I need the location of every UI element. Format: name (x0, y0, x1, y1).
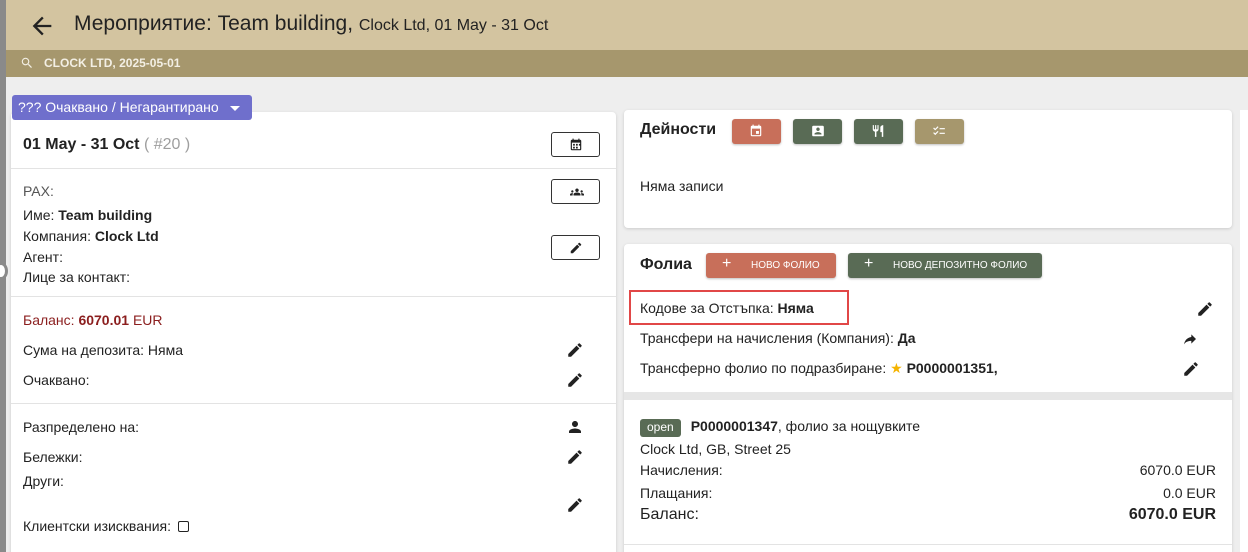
default-folio-value: P0000001351, (906, 360, 998, 376)
contact-label: Лице за контакт: (23, 269, 131, 285)
page-title-main: Мероприятие: Team building, (74, 12, 354, 35)
company-value: Clock Ltd (94, 228, 159, 244)
edit-event-button[interactable] (551, 235, 600, 260)
balance-label: Баланс: (23, 312, 75, 328)
new-folio-label: НОВО ФОЛИО (751, 260, 820, 271)
edit-default-folio-pencil-icon[interactable] (1182, 360, 1200, 378)
back-arrow-icon[interactable] (28, 12, 56, 40)
deposit-label: Сума на депозита: (23, 342, 144, 358)
contact-card-icon (812, 125, 824, 137)
folio-header[interactable]: open P0000001347, фолио за нощувките (640, 418, 920, 437)
requirements-label: Клиентски изисквания: (23, 518, 172, 534)
event-details-card: 01 May - 31 Oct ( #20 ) PAX: Име: Team b… (11, 112, 616, 552)
activities-empty-text: Няма записи (640, 178, 724, 194)
new-folio-button[interactable]: + НОВО ФОЛИО (706, 253, 836, 278)
person-icon[interactable] (566, 418, 584, 436)
name-value: Team building (58, 207, 153, 223)
balance-currency: EUR (132, 312, 163, 328)
assigned-label: Разпределено на: (23, 419, 140, 435)
search-text: CLOCK LTD, 2025-05-01 (44, 56, 181, 70)
status-dropdown[interactable]: ??? Очаквано / Негарантирано (12, 95, 252, 120)
expected-label: Очаквано: (23, 372, 90, 388)
requirements-checkbox[interactable] (177, 521, 189, 532)
charges-label: Начисления: (640, 462, 723, 478)
divider (11, 296, 616, 297)
checklist-icon (933, 126, 945, 136)
transfers-value: Да (897, 330, 916, 346)
requirements-row: Клиентски изисквания: (23, 518, 189, 534)
activities-card: Дейности Няма записи (624, 110, 1232, 228)
edit-deposit-pencil-icon[interactable] (566, 341, 584, 359)
new-deposit-folio-label: НОВО ДЕПОЗИТНО ФОЛИО (893, 260, 1028, 271)
event-number: ( #20 ) (143, 136, 191, 153)
discount-codes-label: Кодове за Отстъпка: (640, 300, 774, 316)
page-title: Мероприятие: Team building, Clock Ltd, 0… (74, 12, 548, 36)
status-label: ??? Очаквано / Негарантирано (18, 99, 219, 115)
fork-knife-icon (872, 125, 884, 137)
star-icon: ★ (890, 360, 903, 376)
company-row: Компания: Clock Ltd (23, 228, 159, 244)
folio-description: , фолио за нощувките (777, 418, 921, 434)
charges-value: 6070.0 EUR (1139, 462, 1216, 478)
payments-label: Плащания: (640, 485, 713, 501)
chevron-down-icon (230, 106, 240, 111)
add-meal-button[interactable] (854, 119, 903, 144)
folios-title: Фолиа (640, 256, 692, 273)
payments-value: 0.0 EUR (1163, 485, 1216, 501)
divider (11, 403, 616, 404)
forward-arrow-icon[interactable] (1182, 331, 1198, 347)
divider (624, 544, 1232, 545)
plus-icon: + (864, 255, 874, 272)
search-bar[interactable]: CLOCK LTD, 2025-05-01 (6, 50, 1248, 77)
top-bar: Мероприятие: Team building, Clock Ltd, 0… (6, 0, 1248, 50)
folio-balance-label: Баланс: (640, 506, 699, 523)
add-contact-button[interactable] (793, 119, 842, 144)
section-separator (624, 392, 1232, 400)
pencil-icon (570, 242, 582, 254)
folio-balance-value: 6070.0 EUR (1128, 506, 1216, 523)
new-deposit-folio-button[interactable]: + НОВО ДЕПОЗИТНО ФОЛИО (848, 253, 1042, 278)
plus-icon: + (722, 255, 732, 272)
transfers-label: Трансфери на начисления (Компания): (640, 330, 894, 346)
add-reservation-button[interactable] (732, 119, 781, 144)
event-date-range: 01 May - 31 Oct (23, 136, 140, 153)
divider (11, 168, 616, 169)
drawer-handle[interactable] (0, 262, 8, 280)
others-label: Други: (23, 473, 64, 489)
calendar-event-icon (750, 124, 762, 137)
edit-expected-pencil-icon[interactable] (566, 371, 584, 389)
edit-notes-pencil-icon[interactable] (566, 448, 584, 466)
agent-label: Агент: (23, 249, 63, 265)
calendar-button[interactable] (551, 132, 600, 157)
deposit-value: Няма (147, 342, 183, 358)
balance-value: 6070.01 (78, 312, 130, 328)
next-column-card (1240, 110, 1248, 552)
calendar-icon (570, 138, 582, 151)
default-folio-label: Трансферно фолио по подразбиране: (640, 360, 887, 376)
transfers-row: Трансфери на начисления (Компания): Да (640, 330, 916, 346)
discount-codes-value: Няма (777, 300, 814, 316)
name-row: Име: Team building (23, 207, 152, 223)
add-task-button[interactable] (915, 119, 964, 144)
page-title-subtitle: Clock Ltd, 01 May - 31 Oct (358, 17, 549, 34)
discount-codes-row: Кодове за Отстъпка: Няма (640, 300, 814, 316)
name-label: Име: (23, 207, 55, 223)
edit-others-pencil-icon[interactable] (566, 496, 584, 514)
edit-discount-pencil-icon[interactable] (1196, 300, 1214, 318)
default-folio-row: Трансферно фолио по подразбиране: ★ P000… (640, 360, 998, 377)
balance-row: Баланс: 6070.01 EUR (23, 312, 163, 328)
guests-button[interactable] (551, 179, 600, 204)
company-label: Компания: (23, 228, 91, 244)
folios-card: Фолиа + НОВО ФОЛИО + НОВО ДЕПОЗИТНО ФОЛИ… (624, 244, 1232, 552)
notes-label: Бележки: (23, 449, 83, 465)
pax-label: PAX: (23, 183, 54, 199)
group-icon (570, 188, 584, 196)
folio-number: P0000001347 (690, 418, 778, 434)
folio-address: Clock Ltd, GB, Street 25 (640, 441, 791, 457)
activities-title: Дейности (640, 121, 717, 138)
folio-status-badge: open (640, 419, 681, 437)
event-dates: 01 May - 31 Oct ( #20 ) (23, 136, 190, 154)
search-icon (21, 57, 32, 68)
deposit-row: Сума на депозита: Няма (23, 342, 183, 358)
